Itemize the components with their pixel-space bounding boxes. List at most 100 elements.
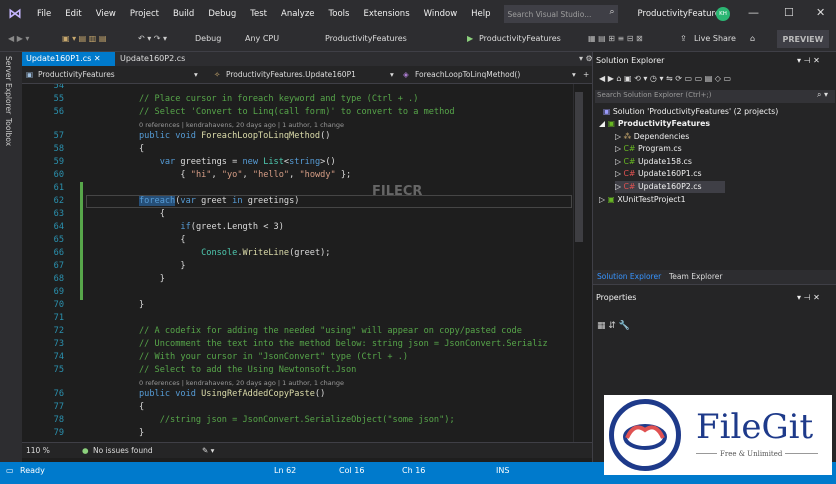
tree-project[interactable]: ◢ ▣ ProductivityFeatures bbox=[599, 118, 710, 130]
search-placeholder: Search Visual Studio... bbox=[507, 9, 592, 19]
panel-controls-icon[interactable]: ▾ ⊣ ✕ bbox=[797, 293, 820, 302]
live-share-icon: ⇪ bbox=[680, 34, 687, 43]
menu-debug[interactable]: Debug bbox=[201, 9, 243, 19]
csharp-file-icon: C# bbox=[623, 169, 638, 178]
live-share-button[interactable]: Live Share bbox=[694, 34, 736, 43]
tree-item[interactable]: ▷ C# Program.cs bbox=[615, 143, 682, 155]
explorer-tabs: Solution Explorer Team Explorer bbox=[592, 270, 836, 284]
status-ready: Ready bbox=[20, 466, 45, 475]
check-icon: ● bbox=[82, 446, 89, 455]
search-input[interactable]: Search Visual Studio... ⌕ bbox=[503, 5, 618, 23]
code-line: 77{ bbox=[53, 402, 145, 412]
menu-help[interactable]: Help bbox=[464, 9, 497, 19]
code-line: 74// With your cursor in "JsonConvert" t… bbox=[53, 352, 409, 362]
code-line: 70} bbox=[53, 300, 145, 310]
filegit-watermark: FileGit Free & Unlimited bbox=[604, 395, 832, 475]
menu-project[interactable]: Project bbox=[123, 9, 166, 19]
menu-analyze[interactable]: Analyze bbox=[274, 9, 322, 19]
csharp-project-icon: ▣ bbox=[607, 119, 618, 128]
status-line: Ln 62 bbox=[274, 466, 297, 475]
config-select[interactable]: Debug bbox=[195, 34, 221, 43]
menu-bar: ⋈ File Edit View Project Build Debug Tes… bbox=[0, 0, 836, 28]
preview-button[interactable]: PREVIEW bbox=[777, 30, 829, 48]
filegit-title: FileGit bbox=[696, 407, 814, 447]
minimize-icon[interactable]: — bbox=[748, 6, 759, 19]
code-line: 64 if(greet.Length < 3) bbox=[53, 222, 284, 232]
menu-extensions[interactable]: Extensions bbox=[356, 9, 416, 19]
code-line: 79} bbox=[53, 428, 145, 438]
feedback-icon[interactable]: ⌂ bbox=[750, 34, 755, 43]
server-explorer-tab[interactable]: Server Explorer bbox=[4, 56, 13, 114]
se-toolbar-icons[interactable]: ◀ ▶ ⌂ ▣ ⟲ ▾ ◷ ▾ ⇋ ⟳ ▭ ▭ ▤ ◇ ▭ bbox=[599, 74, 731, 83]
close-icon[interactable]: ✕ bbox=[816, 6, 825, 19]
toolbar: ◀ ▶ ▾ ▣ ▾ ▤ ▥ ▤ ↶ ▾ ↷ ▾ Debug Any CPU Pr… bbox=[0, 28, 836, 52]
menu-test[interactable]: Test bbox=[243, 9, 274, 19]
cleanup-icon[interactable]: ✎ ▾ bbox=[202, 446, 214, 455]
avatar[interactable]: KH bbox=[716, 7, 730, 21]
code-line: 75// Select to add the Using Newtonsoft.… bbox=[53, 365, 357, 375]
csharp-file-icon: C# bbox=[623, 144, 638, 153]
status-icon: ▭ bbox=[6, 466, 14, 475]
menu-tools[interactable]: Tools bbox=[322, 9, 357, 19]
issues-status[interactable]: No issues found bbox=[93, 446, 153, 455]
test-project-icon: ▣ bbox=[607, 195, 618, 204]
nav-project-dropdown-icon[interactable]: ▾ bbox=[194, 70, 198, 79]
solution-explorer-toolbar: ◀ ▶ ⌂ ▣ ⟲ ▾ ◷ ▾ ⇋ ⟳ ▭ ▭ ▤ ◇ ▭ bbox=[593, 70, 836, 88]
tab-update160p1[interactable]: Update160P1.cs ✕ bbox=[22, 52, 115, 66]
solution-search-icon[interactable]: ⌕ ▾ bbox=[817, 90, 828, 100]
tree-solution[interactable]: ▣ Solution 'ProductivityFeatures' (2 pro… bbox=[603, 106, 778, 118]
menu-view[interactable]: View bbox=[89, 9, 123, 19]
code-line: 55// Place cursor in foreach keyword and… bbox=[53, 94, 419, 104]
code-editor[interactable]: 54 55// Place cursor in foreach keyword … bbox=[22, 84, 592, 442]
back-forward-icon[interactable]: ◀ ▶ ▾ bbox=[8, 34, 29, 43]
platform-select[interactable]: Any CPU bbox=[245, 34, 279, 43]
properties-toolbar-icons[interactable]: ▦ ⇵ 🔧 bbox=[597, 321, 630, 331]
toolbar-misc-icons[interactable]: ▦ ▤ ⊞ ≡ ⊟ ⊠ bbox=[588, 34, 643, 43]
tab-label: Update160P1.cs bbox=[26, 54, 92, 63]
code-line: 61 bbox=[53, 183, 64, 193]
filecr-watermark: FILECR bbox=[372, 184, 423, 199]
undo-redo-icon[interactable]: ↶ ▾ ↷ ▾ bbox=[138, 34, 167, 43]
run-icon[interactable]: ▶ bbox=[467, 34, 473, 43]
code-line: 73// Uncomment the text into the method … bbox=[53, 339, 548, 349]
editor-footer: 110 % ● No issues found ✎ ▾ bbox=[22, 442, 592, 458]
status-col: Col 16 bbox=[339, 466, 365, 475]
toolbox-tab[interactable]: Toolbox bbox=[4, 118, 13, 146]
menu-file[interactable]: File bbox=[30, 9, 58, 19]
tree-item[interactable]: ▷ ⁂ Dependencies bbox=[615, 131, 689, 143]
status-ins: INS bbox=[496, 466, 510, 475]
tree-item[interactable]: ▷ C# Update158.cs bbox=[615, 156, 692, 168]
visual-studio-logo-icon[interactable]: ⋈ bbox=[0, 0, 30, 28]
run-button[interactable]: ProductivityFeatures bbox=[479, 34, 561, 43]
nav-method[interactable]: ForeachLoopToLinqMethod() bbox=[415, 70, 520, 79]
code-line: 58{ bbox=[53, 144, 145, 154]
project-select[interactable]: ProductivityFeatures bbox=[325, 34, 407, 43]
tree-item[interactable]: ▷ C# Update160P1.cs bbox=[615, 168, 702, 180]
menu-edit[interactable]: Edit bbox=[58, 9, 88, 19]
maximize-icon[interactable]: ☐ bbox=[784, 6, 794, 19]
status-ch: Ch 16 bbox=[402, 466, 426, 475]
solution-title: ProductivityFeatures bbox=[637, 9, 725, 19]
nav-class-dropdown-icon[interactable]: ▾ bbox=[390, 70, 394, 79]
tree-item-selected[interactable]: ▷ C# Update160P2.cs bbox=[615, 181, 725, 193]
solution-search-input[interactable]: Search Solution Explorer (Ctrl+;) bbox=[595, 90, 835, 103]
nav-method-dropdown-icon[interactable]: ▾ bbox=[572, 70, 576, 79]
scrollbar-thumb[interactable] bbox=[575, 92, 583, 242]
dependencies-icon: ⁂ bbox=[623, 132, 634, 141]
nav-class-icon: ✧ bbox=[214, 70, 221, 79]
menu-window[interactable]: Window bbox=[417, 9, 465, 19]
menu-build[interactable]: Build bbox=[166, 9, 201, 19]
zoom-level[interactable]: 110 % bbox=[26, 446, 50, 455]
split-icon[interactable]: + bbox=[583, 70, 589, 79]
tab-solution-explorer[interactable]: Solution Explorer bbox=[597, 272, 661, 281]
tab-update160p2[interactable]: Update160P2.cs bbox=[116, 52, 189, 66]
expand-icon[interactable]: ◢ bbox=[599, 119, 608, 128]
nav-project[interactable]: ProductivityFeatures bbox=[38, 70, 115, 79]
tab-team-explorer[interactable]: Team Explorer bbox=[669, 272, 722, 281]
tree-project-2[interactable]: ▷ ▣ XUnitTestProject1 bbox=[599, 194, 686, 206]
code-line: 63 { bbox=[53, 209, 165, 219]
nav-class[interactable]: ProductivityFeatures.Update160P1 bbox=[226, 70, 356, 79]
panel-controls-icon[interactable]: ▾ ⊣ ✕ bbox=[797, 56, 820, 65]
toolbar-file-icons[interactable]: ▣ ▾ ▤ ▥ ▤ bbox=[62, 34, 106, 43]
close-tab-icon[interactable]: ✕ bbox=[94, 54, 101, 63]
